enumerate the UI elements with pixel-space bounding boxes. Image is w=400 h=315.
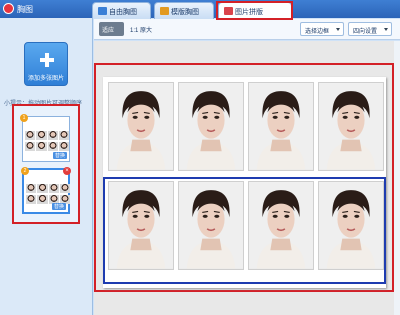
layout-canvas bbox=[94, 41, 400, 315]
thumbnail-order-badge: 1 bbox=[20, 114, 28, 122]
sidebar: 添加多张图片 小提示：拖动图片可调整顺序 1 替换 2 × 替换 bbox=[0, 18, 93, 315]
print-settings-select[interactable]: 四向设置 bbox=[348, 22, 392, 36]
thumbnail-item[interactable]: 1 替换 bbox=[20, 114, 70, 162]
add-images-button[interactable]: 添加多张图片 bbox=[24, 42, 68, 86]
portrait-photo[interactable] bbox=[108, 82, 174, 171]
selection-outline bbox=[103, 177, 386, 284]
template-icon bbox=[160, 7, 169, 15]
vertical-scrollbar[interactable] bbox=[394, 41, 400, 315]
border-select[interactable]: 选择边框 bbox=[300, 22, 344, 36]
mini-preview-row bbox=[26, 184, 70, 193]
layout-icon bbox=[224, 7, 233, 15]
portrait-photo[interactable] bbox=[248, 82, 314, 171]
fit-view-button[interactable]: 适应 bbox=[99, 22, 124, 36]
thumbnail-item[interactable]: 2 × 替换 bbox=[21, 167, 71, 214]
tab-label: 模版胸图 bbox=[171, 9, 199, 16]
remove-icon[interactable]: × bbox=[63, 167, 71, 175]
border-select-value: 选择边框 bbox=[305, 29, 330, 35]
thumbnail-order-badge: 2 bbox=[21, 167, 29, 175]
mini-preview-row bbox=[25, 131, 69, 140]
print-settings-value: 四向设置 bbox=[353, 29, 378, 35]
replace-button[interactable]: 替换 bbox=[51, 203, 66, 210]
portrait-photo[interactable] bbox=[178, 82, 244, 171]
view-toolbar: 适应 1:1 原大 选择边框 四向设置 bbox=[94, 19, 400, 40]
tab-image-layout[interactable]: 图片拼版 bbox=[218, 2, 292, 19]
tab-label: 自由胸图 bbox=[109, 9, 137, 16]
app-logo-icon bbox=[3, 3, 14, 14]
tab-free-crop[interactable]: 自由胸图 bbox=[92, 2, 151, 19]
portrait-photo[interactable] bbox=[318, 82, 384, 171]
chevron-down-icon bbox=[384, 28, 388, 31]
add-images-label: 添加多张图片 bbox=[27, 76, 64, 82]
tab-template-crop[interactable]: 模版胸图 bbox=[154, 2, 214, 19]
replace-button[interactable]: 替换 bbox=[52, 152, 67, 159]
thumbnail-list: 1 替换 2 × 替换 bbox=[12, 104, 80, 224]
window-title: 胸图 bbox=[17, 5, 33, 14]
tab-label: 图片拼版 bbox=[235, 9, 263, 16]
chevron-down-icon bbox=[336, 28, 340, 31]
actual-size-button[interactable]: 1:1 原大 bbox=[127, 22, 153, 36]
photo-icon bbox=[98, 7, 107, 15]
mini-preview-row bbox=[25, 142, 69, 151]
